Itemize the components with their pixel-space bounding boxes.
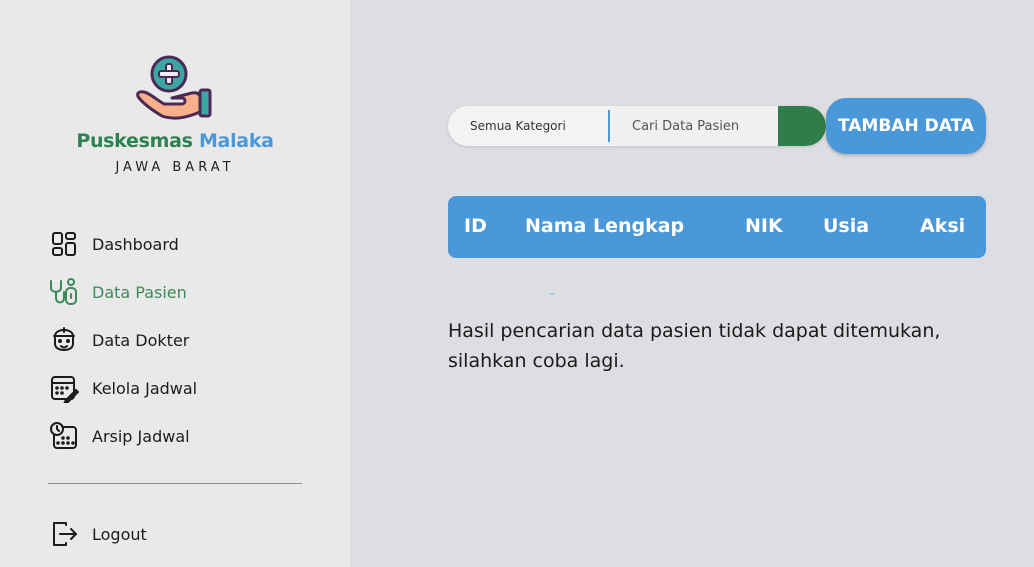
logout-label: Logout — [92, 524, 147, 544]
brand-title: Puskesmas Malaka — [0, 130, 350, 152]
add-data-button[interactable]: TAMBAH DATA — [826, 98, 986, 154]
sidebar-item-arsip-jadwal[interactable]: Arsip Jadwal — [48, 416, 308, 456]
column-header-nik: NIK — [745, 215, 783, 237]
sidebar: Puskesmas Malaka JAWA BARAT Dashboard Da… — [0, 0, 350, 567]
sidebar-item-label: Kelola Jadwal — [92, 378, 198, 398]
column-header-nama-lengkap: Nama Lengkap — [525, 215, 685, 237]
dashboard-icon — [48, 228, 80, 260]
column-header-aksi: Aksi — [920, 215, 966, 237]
calendar-clock-icon — [48, 420, 80, 452]
brand-name-part1: Puskesmas — [76, 130, 193, 152]
brand-subtitle: JAWA BARAT — [115, 160, 235, 175]
sidebar-item-label: Dashboard — [92, 234, 179, 254]
sidebar-item-label: Data Pasien — [92, 282, 187, 302]
search-separator — [608, 110, 610, 142]
search-bar: Semua Kategori — [448, 106, 826, 146]
logout-icon — [48, 518, 80, 550]
brand-name-part2: Malaka — [198, 130, 274, 152]
search-input[interactable] — [612, 106, 778, 146]
table-header: ID Nama Lengkap NIK Usia Aksi — [448, 196, 986, 258]
column-header-id: ID — [464, 215, 487, 237]
column-header-usia: Usia — [823, 215, 870, 237]
sidebar-item-data-pasien[interactable]: Data Pasien — [48, 272, 308, 312]
sidebar-item-data-dokter[interactable]: Data Dokter — [48, 320, 308, 360]
stethoscope-icon — [48, 276, 80, 308]
category-select[interactable]: Semua Kategori — [448, 106, 610, 146]
sidebar-item-label: Data Dokter — [92, 330, 190, 350]
logout-button[interactable]: Logout — [48, 514, 308, 554]
sidebar-item-dashboard[interactable]: Dashboard — [48, 224, 308, 264]
empty-result-message: Hasil pencarian data pasien tidak dapat … — [448, 320, 941, 372]
decorative-dot — [550, 293, 555, 295]
health-care-hand-icon — [136, 55, 212, 120]
doctor-icon — [48, 324, 80, 356]
sidebar-item-kelola-jadwal[interactable]: Kelola Jadwal — [48, 368, 308, 408]
main-content: Semua Kategori TAMBAH DATA ID Nama Lengk… — [350, 0, 1034, 567]
calendar-edit-icon — [48, 372, 80, 404]
search-button[interactable] — [778, 106, 826, 146]
sidebar-divider — [48, 483, 302, 484]
sidebar-item-label: Arsip Jadwal — [92, 426, 190, 446]
